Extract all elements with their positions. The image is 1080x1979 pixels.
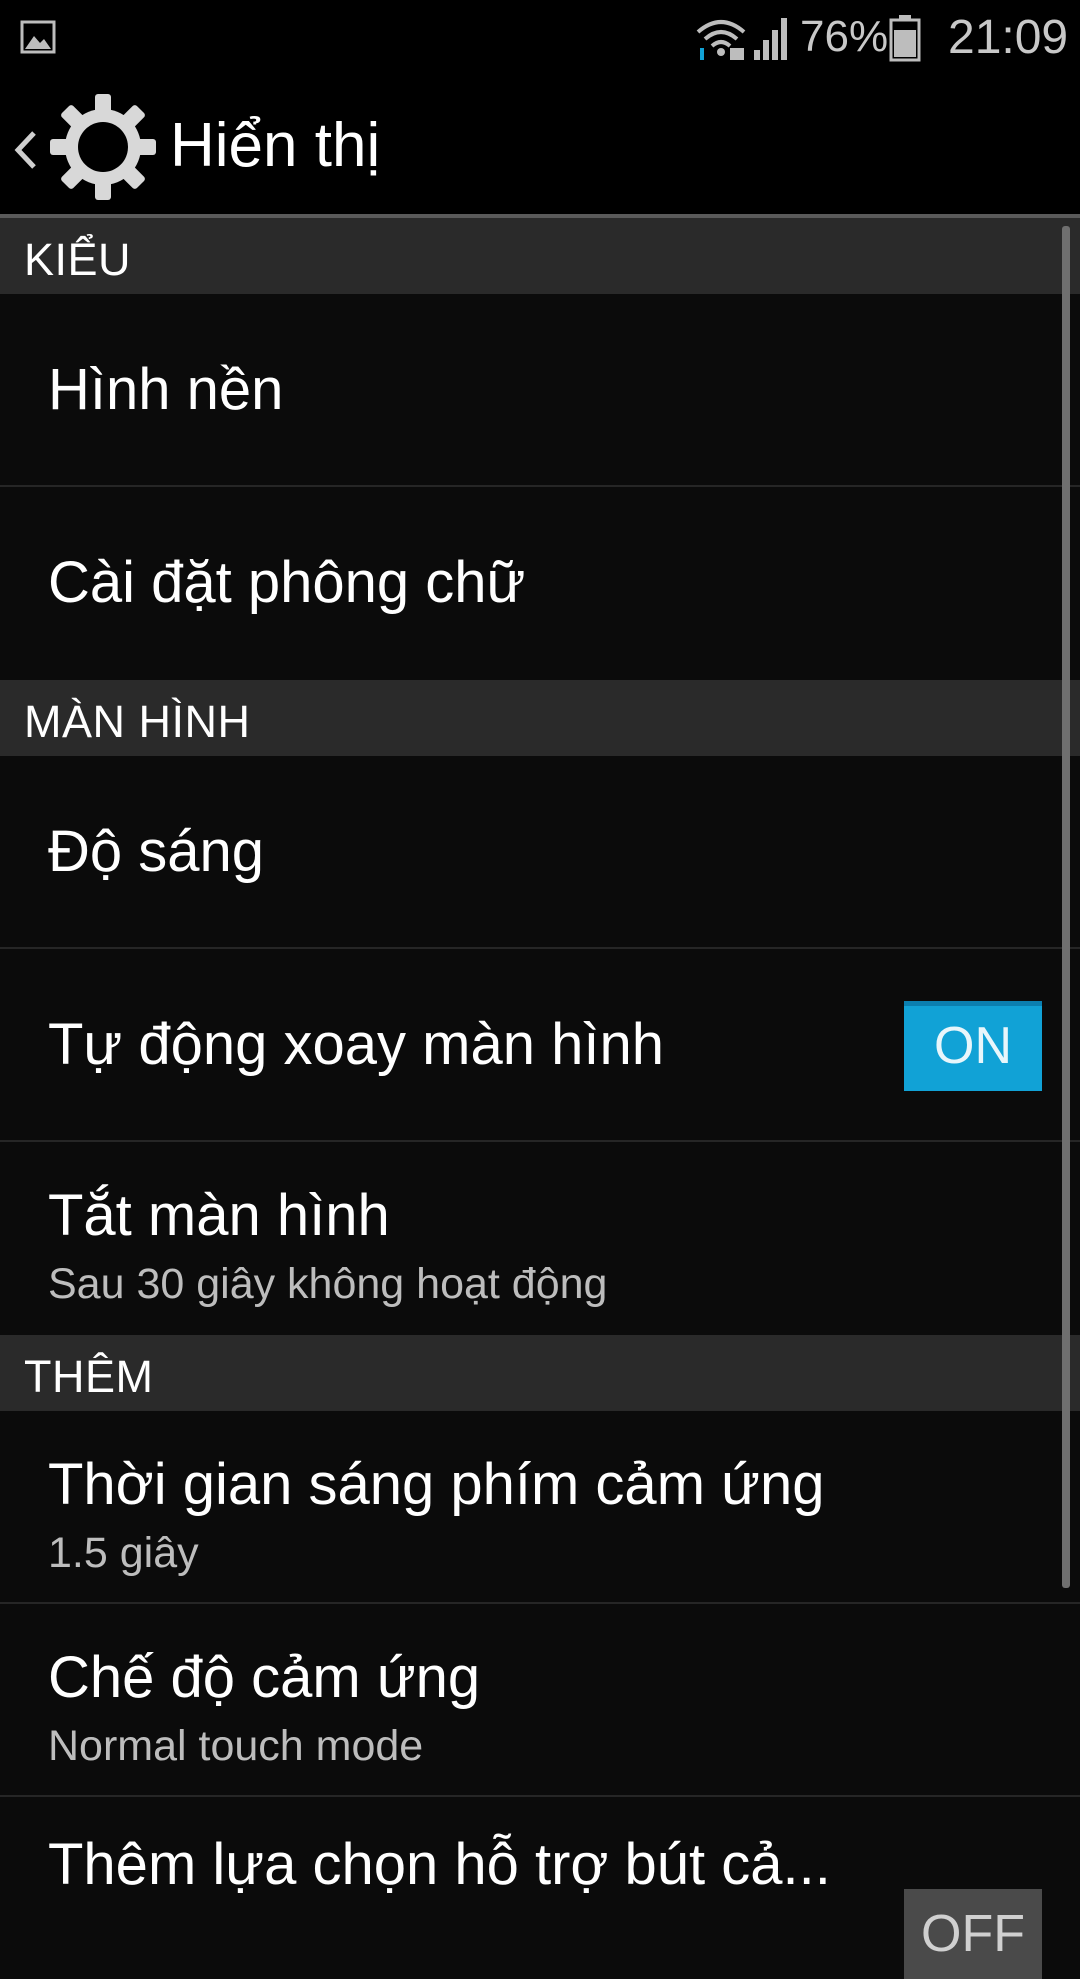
list-item-title: Độ sáng <box>48 819 265 884</box>
list-item-title: Chế độ cảm ứng <box>48 1645 481 1710</box>
list-item-touch-mode[interactable]: Chế độ cảm ứng Normal touch mode <box>0 1604 1080 1797</box>
battery-percent: 76% <box>800 12 889 61</box>
settings-list: KIỂU Hình nền Cài đặt phông chữ MÀN HÌNH… <box>0 218 1080 1979</box>
section-header-label: THÊM <box>24 1351 154 1402</box>
scrollbar[interactable] <box>1062 226 1070 1588</box>
clock: 21:09 <box>948 11 1069 64</box>
section-header-man-hinh: MÀN HÌNH <box>0 680 1080 756</box>
list-item-title: Hình nền <box>48 357 284 422</box>
list-item-title: Tự động xoay màn hình <box>48 1012 664 1077</box>
list-item-title: Tắt màn hình <box>48 1183 390 1248</box>
list-item-screen-timeout[interactable]: Tắt màn hình Sau 30 giây không hoạt động <box>0 1142 1080 1335</box>
list-item-wallpaper[interactable]: Hình nền <box>0 294 1080 487</box>
page-title: Hiển thị <box>170 111 381 180</box>
section-header-label: MÀN HÌNH <box>24 696 251 747</box>
list-item-subtitle: Normal touch mode <box>48 1722 424 1770</box>
status-bar: 76% 21:09 <box>0 0 1080 80</box>
wifi-icon <box>696 20 746 60</box>
settings-icon[interactable] <box>48 92 158 202</box>
list-item-title: Thời gian sáng phím cảm ứng <box>48 1452 825 1517</box>
section-header-kieu: KIỂU <box>0 218 1080 294</box>
back-icon[interactable] <box>10 125 40 175</box>
list-item-title: Thêm lựa chọn hỗ trợ bút cả... <box>48 1832 831 1897</box>
list-item-font-settings[interactable]: Cài đặt phông chữ <box>0 487 1080 680</box>
list-item-pen-support[interactable]: Thêm lựa chọn hỗ trợ bút cả... OFF <box>0 1797 1080 1979</box>
list-item-subtitle: Sau 30 giây không hoạt động <box>48 1260 608 1308</box>
signal-icon <box>754 18 787 60</box>
list-item-touch-key-light[interactable]: Thời gian sáng phím cảm ứng 1.5 giây <box>0 1411 1080 1604</box>
auto-rotate-toggle[interactable]: ON <box>904 1001 1042 1091</box>
list-item-brightness[interactable]: Độ sáng <box>0 756 1080 949</box>
pen-support-toggle[interactable]: OFF <box>904 1889 1042 1979</box>
list-item-subtitle: 1.5 giây <box>48 1529 199 1577</box>
battery-icon <box>889 15 921 62</box>
section-header-them: THÊM <box>0 1335 1080 1411</box>
gallery-icon <box>20 20 56 54</box>
action-bar: Hiển thị <box>0 80 1080 214</box>
list-item-title: Cài đặt phông chữ <box>48 550 526 615</box>
section-header-label: KIỂU <box>24 234 132 285</box>
list-item-auto-rotate[interactable]: Tự động xoay màn hình ON <box>0 949 1080 1142</box>
